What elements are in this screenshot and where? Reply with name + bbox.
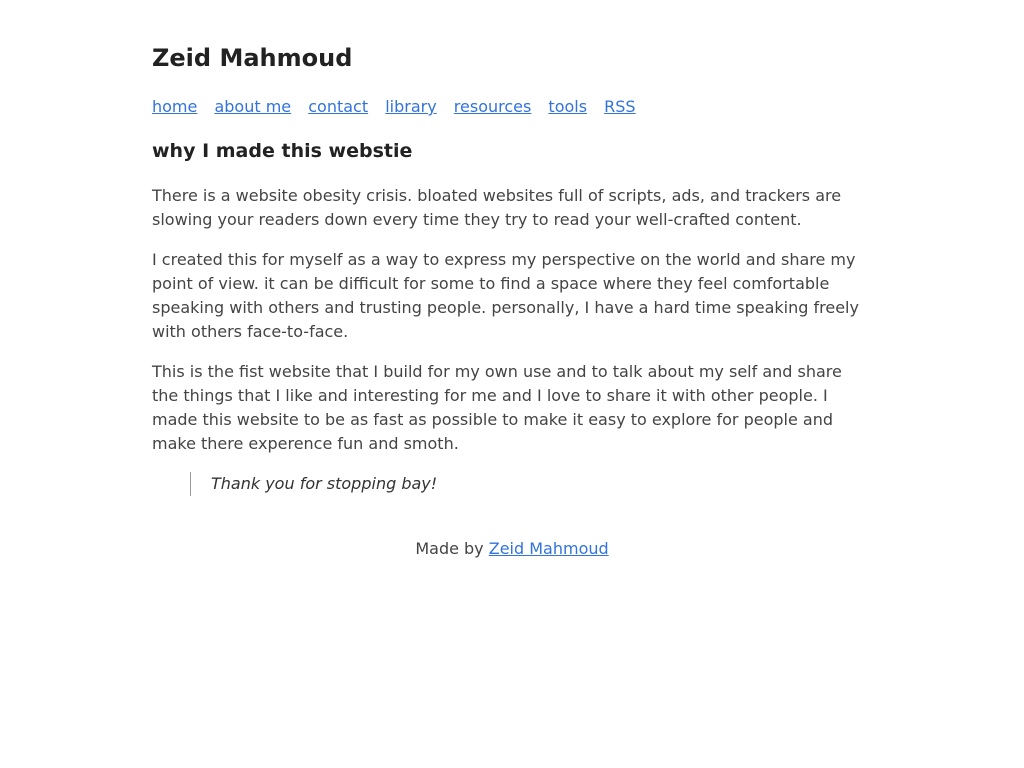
nav-link-about-me[interactable]: about me bbox=[214, 97, 291, 116]
paragraph: This is the fist website that I build fo… bbox=[152, 362, 842, 453]
nav-link-library[interactable]: library bbox=[385, 97, 436, 116]
thank-you-quote: Thank you for stopping bay! bbox=[190, 472, 872, 496]
site-title: Zeid Mahmoud bbox=[152, 44, 353, 72]
paragraph: There is a website obesity crisis. bloat… bbox=[152, 186, 842, 229]
post-title: why I made this webstie bbox=[152, 140, 413, 162]
site-footer: Made by Zeid Mahmoud bbox=[152, 537, 872, 561]
nav-link-tools[interactable]: tools bbox=[548, 97, 587, 116]
paragraph: I created this for myself as a way to ex… bbox=[152, 250, 859, 341]
nav-link-contact[interactable]: contact bbox=[308, 97, 368, 116]
nav-link-home[interactable]: home bbox=[152, 97, 197, 116]
nav-link-resources[interactable]: resources bbox=[454, 97, 532, 116]
footer-author-link[interactable]: Zeid Mahmoud bbox=[489, 539, 609, 558]
nav-link-rss[interactable]: RSS bbox=[604, 97, 635, 116]
main-content: why I made this webstie There is a websi… bbox=[152, 140, 872, 496]
page: Zeid Mahmoud home about me contact libra… bbox=[152, 0, 872, 561]
main-nav: home about me contact library resources … bbox=[152, 96, 872, 118]
site-header: Zeid Mahmoud bbox=[152, 42, 872, 74]
post-body: There is a website obesity crisis. bloat… bbox=[152, 184, 872, 496]
footer-prefix: Made by bbox=[415, 539, 489, 558]
